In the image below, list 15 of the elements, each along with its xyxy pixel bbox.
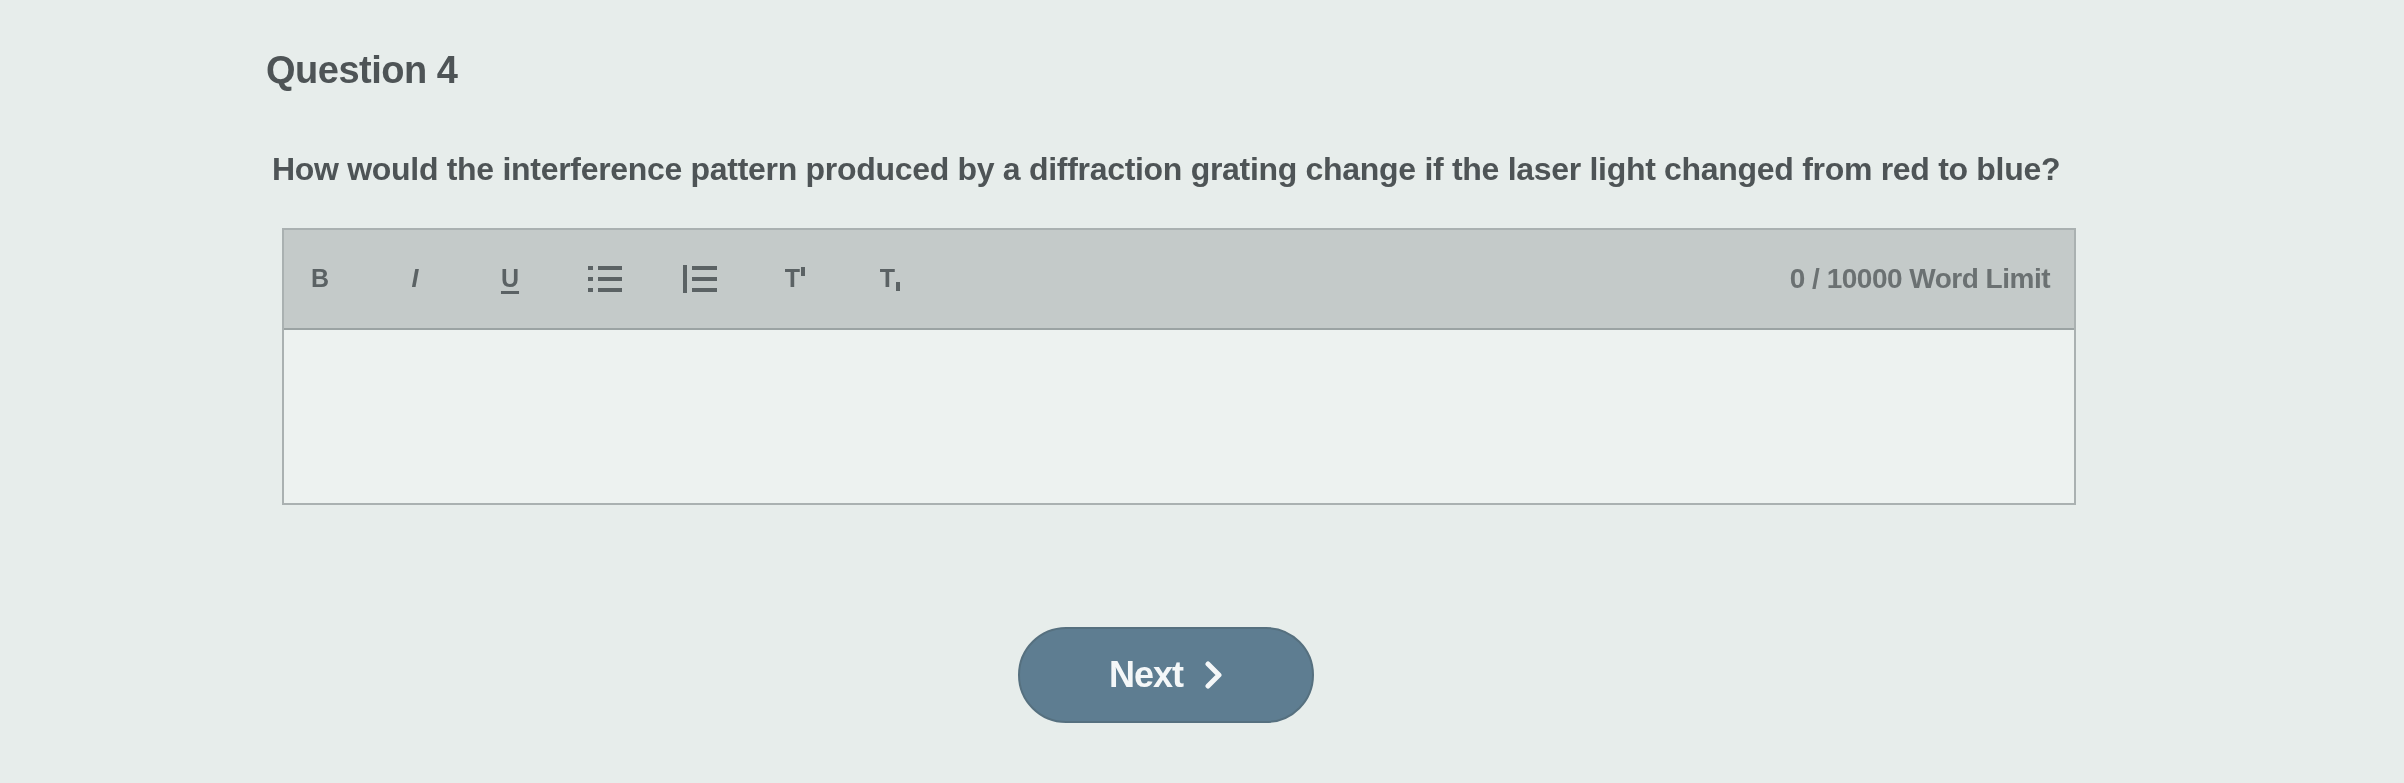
bold-button[interactable]: B — [298, 259, 342, 299]
word-count: 0 / 10000 Word Limit — [1789, 263, 2050, 295]
bullet-list-icon — [588, 265, 622, 293]
subscript-button[interactable]: T — [868, 259, 912, 299]
superscript-mark-icon — [801, 267, 806, 276]
chevron-right-icon — [1205, 661, 1223, 689]
underline-button[interactable]: U — [488, 259, 532, 299]
list-icon — [683, 265, 717, 293]
next-button[interactable]: Next — [1018, 627, 1314, 723]
italic-button[interactable]: I — [393, 259, 437, 299]
question-text: How would the interference pattern produced by a diffraction grating change if the laser light changed from red to blue? — [272, 149, 2061, 188]
superscript-button[interactable]: T — [773, 259, 817, 299]
answer-field[interactable] — [284, 328, 2074, 503]
subscript-mark-icon — [896, 282, 901, 291]
question-title: Question 4 — [266, 48, 458, 93]
